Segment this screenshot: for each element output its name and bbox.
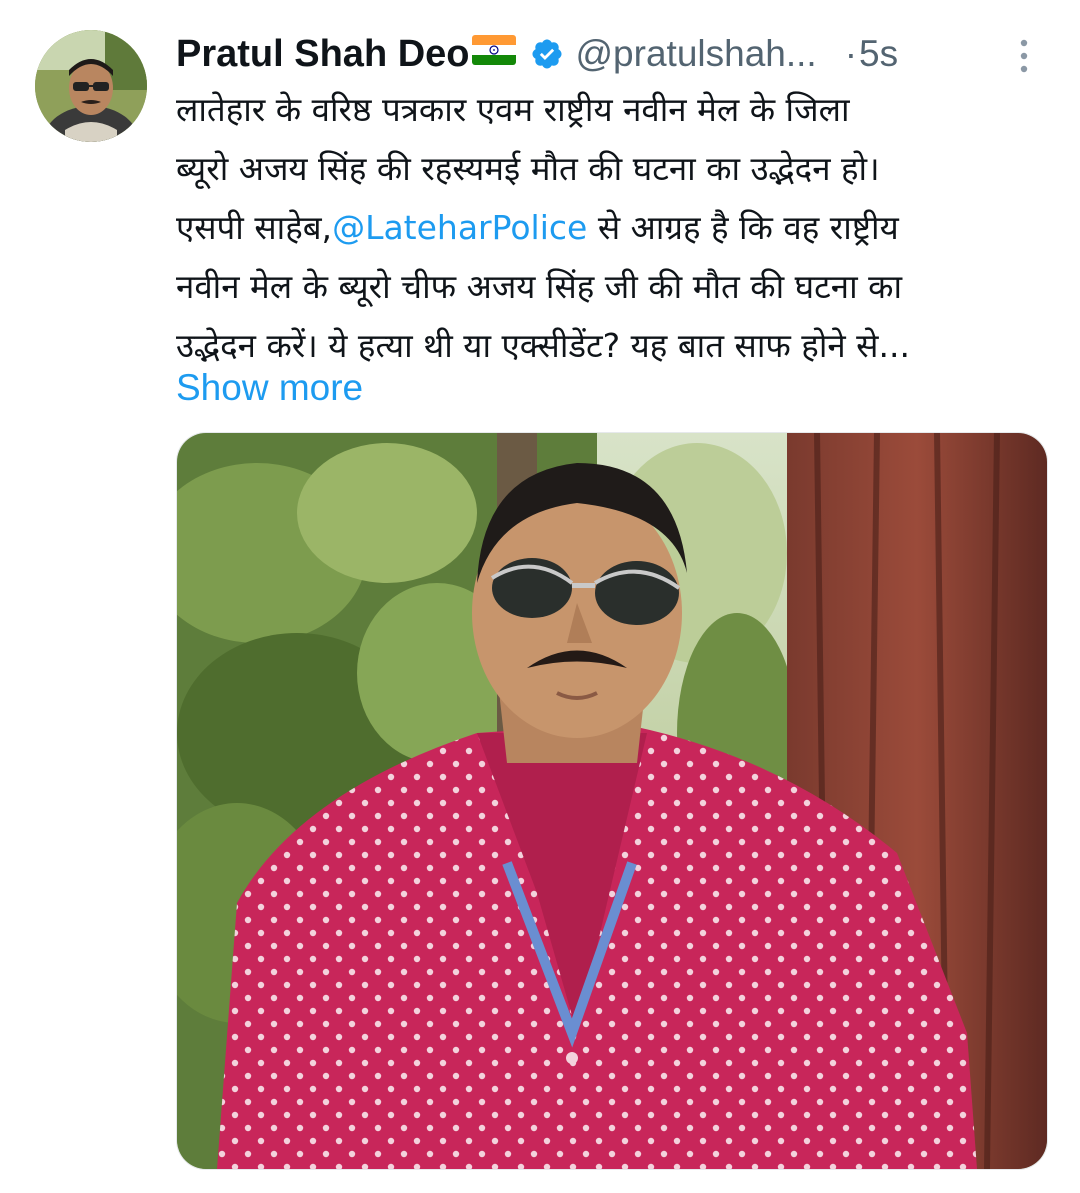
- tweet-text-line: एसपी साहेब,@LateharPolice से आग्रह है कि…: [176, 198, 1056, 257]
- verified-badge-icon[interactable]: [530, 37, 564, 71]
- tweet-header: Pratul Shah Deo @pratulshah... · 5s: [176, 26, 1050, 82]
- tweet-text-line: लातेहार के वरिष्ठ पत्रकार एवम राष्ट्रीय …: [176, 90, 850, 129]
- tweet-text-line: नवीन मेल के ब्यूरो चीफ अजय सिंह जी की मौ…: [176, 267, 903, 306]
- tweet-text-segment: एसपी साहेब,: [176, 208, 333, 247]
- mention-link[interactable]: @LateharPolice: [332, 208, 587, 247]
- show-more-link[interactable]: Show more: [176, 360, 363, 416]
- tweet-text-line: ब्यूरो अजय सिंह की रहस्यमई मौत की घटना क…: [176, 149, 880, 188]
- tweet-photo[interactable]: [176, 432, 1048, 1170]
- meta-separator: ·: [844, 33, 858, 74]
- avatar[interactable]: [35, 30, 147, 142]
- tweet-timestamp[interactable]: 5s: [859, 33, 898, 75]
- avatar-image: [35, 30, 147, 142]
- more-options-icon[interactable]: [1012, 36, 1036, 76]
- tweet-text-segment: से आग्रह है कि वह राष्ट्रीय: [587, 208, 899, 247]
- photo-image: [177, 433, 1047, 1169]
- india-flag-icon: [471, 35, 516, 65]
- tweet-text: लातेहार के वरिष्ठ पत्रकार एवम राष्ट्रीय …: [176, 80, 1056, 375]
- author-display-name[interactable]: Pratul Shah Deo: [176, 33, 470, 76]
- author-handle[interactable]: @pratulshah...: [576, 33, 817, 75]
- tweet-card[interactable]: Pratul Shah Deo @pratulshah... · 5s लाते…: [0, 0, 1080, 1193]
